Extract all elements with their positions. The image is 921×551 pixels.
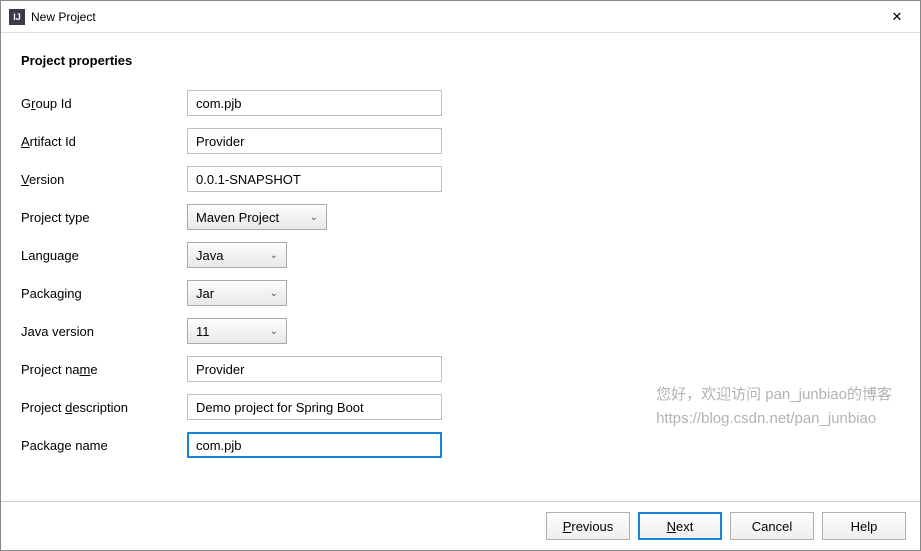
project-type-value: Maven Project [196,210,279,225]
java-version-label: Java version [21,324,187,339]
footer: Previous Next Cancel Help [1,501,920,550]
new-project-dialog: IJ New Project ✕ Project properties Grou… [0,0,921,551]
close-button[interactable]: ✕ [874,1,920,33]
content-area: Project properties Group Id Artifact Id … [1,33,920,501]
artifact-id-label: Artifact Id [21,134,187,149]
project-name-input[interactable] [187,356,442,382]
project-description-label: Project description [21,400,187,415]
app-icon: IJ [9,9,25,25]
chevron-down-icon: ⌄ [310,212,322,223]
java-version-select[interactable]: 11 ⌄ [187,318,287,344]
packaging-select[interactable]: Jar ⌄ [187,280,287,306]
project-description-input[interactable] [187,394,442,420]
language-label: Language [21,248,187,263]
section-title: Project properties [21,53,900,68]
close-icon: ✕ [892,9,903,25]
chevron-down-icon: ⌄ [270,326,282,337]
group-id-label: Group Id [21,96,187,111]
next-button[interactable]: Next [638,512,722,540]
language-select[interactable]: Java ⌄ [187,242,287,268]
language-value: Java [196,248,223,263]
previous-button[interactable]: Previous [546,512,630,540]
packaging-value: Jar [196,286,214,301]
packaging-label: Packaging [21,286,187,301]
group-id-input[interactable] [187,90,442,116]
help-button[interactable]: Help [822,512,906,540]
java-version-value: 11 [196,324,210,339]
version-label: Version [21,172,187,187]
project-type-select[interactable]: Maven Project ⌄ [187,204,327,230]
project-name-label: Project name [21,362,187,377]
artifact-id-input[interactable] [187,128,442,154]
package-name-input[interactable] [187,432,442,458]
package-name-label: Package name [21,438,187,453]
titlebar: IJ New Project ✕ [1,1,920,33]
cancel-button[interactable]: Cancel [730,512,814,540]
window-title: New Project [31,10,96,24]
version-input[interactable] [187,166,442,192]
chevron-down-icon: ⌄ [270,288,282,299]
project-type-label: Project type [21,210,187,225]
chevron-down-icon: ⌄ [270,250,282,261]
